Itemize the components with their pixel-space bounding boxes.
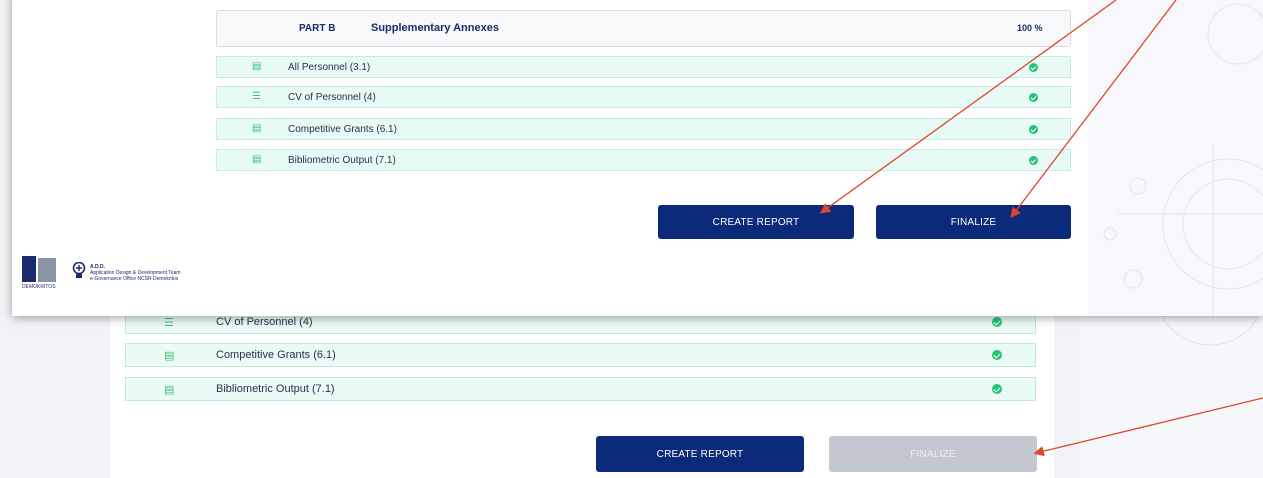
row-label: CV of Personnel (4): [216, 316, 313, 328]
check-icon: [1029, 125, 1038, 134]
list-icon: ☰: [252, 91, 261, 102]
logo-text: DEMOKRITOS: [22, 284, 56, 290]
list-item[interactable]: ▤ Bibliometric Output (7.1): [125, 377, 1036, 401]
progress-percent: 100 %: [1017, 23, 1043, 33]
list-item[interactable]: ▤ Competitive Grants (6.1): [216, 118, 1071, 140]
check-icon: [992, 350, 1002, 360]
row-label: Competitive Grants (6.1): [288, 124, 397, 135]
list-icon: ☰: [164, 316, 174, 329]
part-tag: PART B: [299, 23, 336, 34]
finalize-button-disabled[interactable]: FINALIZE: [829, 436, 1037, 472]
list-item[interactable]: ▤ Competitive Grants (6.1): [125, 343, 1036, 367]
create-report-button[interactable]: CREATE REPORT: [658, 205, 854, 239]
document-icon: ▤: [164, 349, 175, 362]
check-icon: [1029, 156, 1038, 165]
row-label: All Personnel (3.1): [288, 62, 371, 73]
add-team-icon: [72, 262, 86, 278]
row-label: Bibliometric Output (7.1): [216, 383, 335, 395]
create-report-button[interactable]: CREATE REPORT: [596, 436, 804, 472]
foreground-screenshot: PART B Supplementary Annexes 100 % ▤ All…: [12, 0, 1263, 316]
check-icon: [992, 317, 1002, 327]
office-name: e-Governance Office NCSR Demokritos: [90, 276, 179, 282]
check-icon: [1029, 93, 1038, 102]
document-icon: ▤: [252, 154, 262, 165]
list-item[interactable]: ☰ CV of Personnel (4): [216, 86, 1071, 108]
list-item[interactable]: ▤ All Personnel (3.1): [216, 56, 1071, 78]
row-label: Bibliometric Output (7.1): [288, 155, 396, 166]
check-icon: [992, 384, 1002, 394]
finalize-button[interactable]: FINALIZE: [876, 205, 1071, 239]
part-title: Supplementary Annexes: [371, 22, 499, 34]
demokritos-logo: DEMOKRITOS: [22, 256, 56, 290]
document-icon: ▤: [252, 123, 262, 134]
document-icon: ▤: [252, 61, 262, 72]
decorative-gear-background: [1088, 0, 1263, 316]
row-label: Competitive Grants (6.1): [216, 349, 336, 361]
row-label: CV of Personnel (4): [288, 92, 376, 103]
footer-team-info: A.D.D. Application Design & Development …: [90, 264, 181, 282]
document-icon: ▤: [164, 383, 175, 396]
list-item[interactable]: ▤ Bibliometric Output (7.1): [216, 149, 1071, 171]
part-b-header: PART B Supplementary Annexes 100 %: [216, 10, 1071, 47]
check-icon: [1029, 63, 1038, 72]
